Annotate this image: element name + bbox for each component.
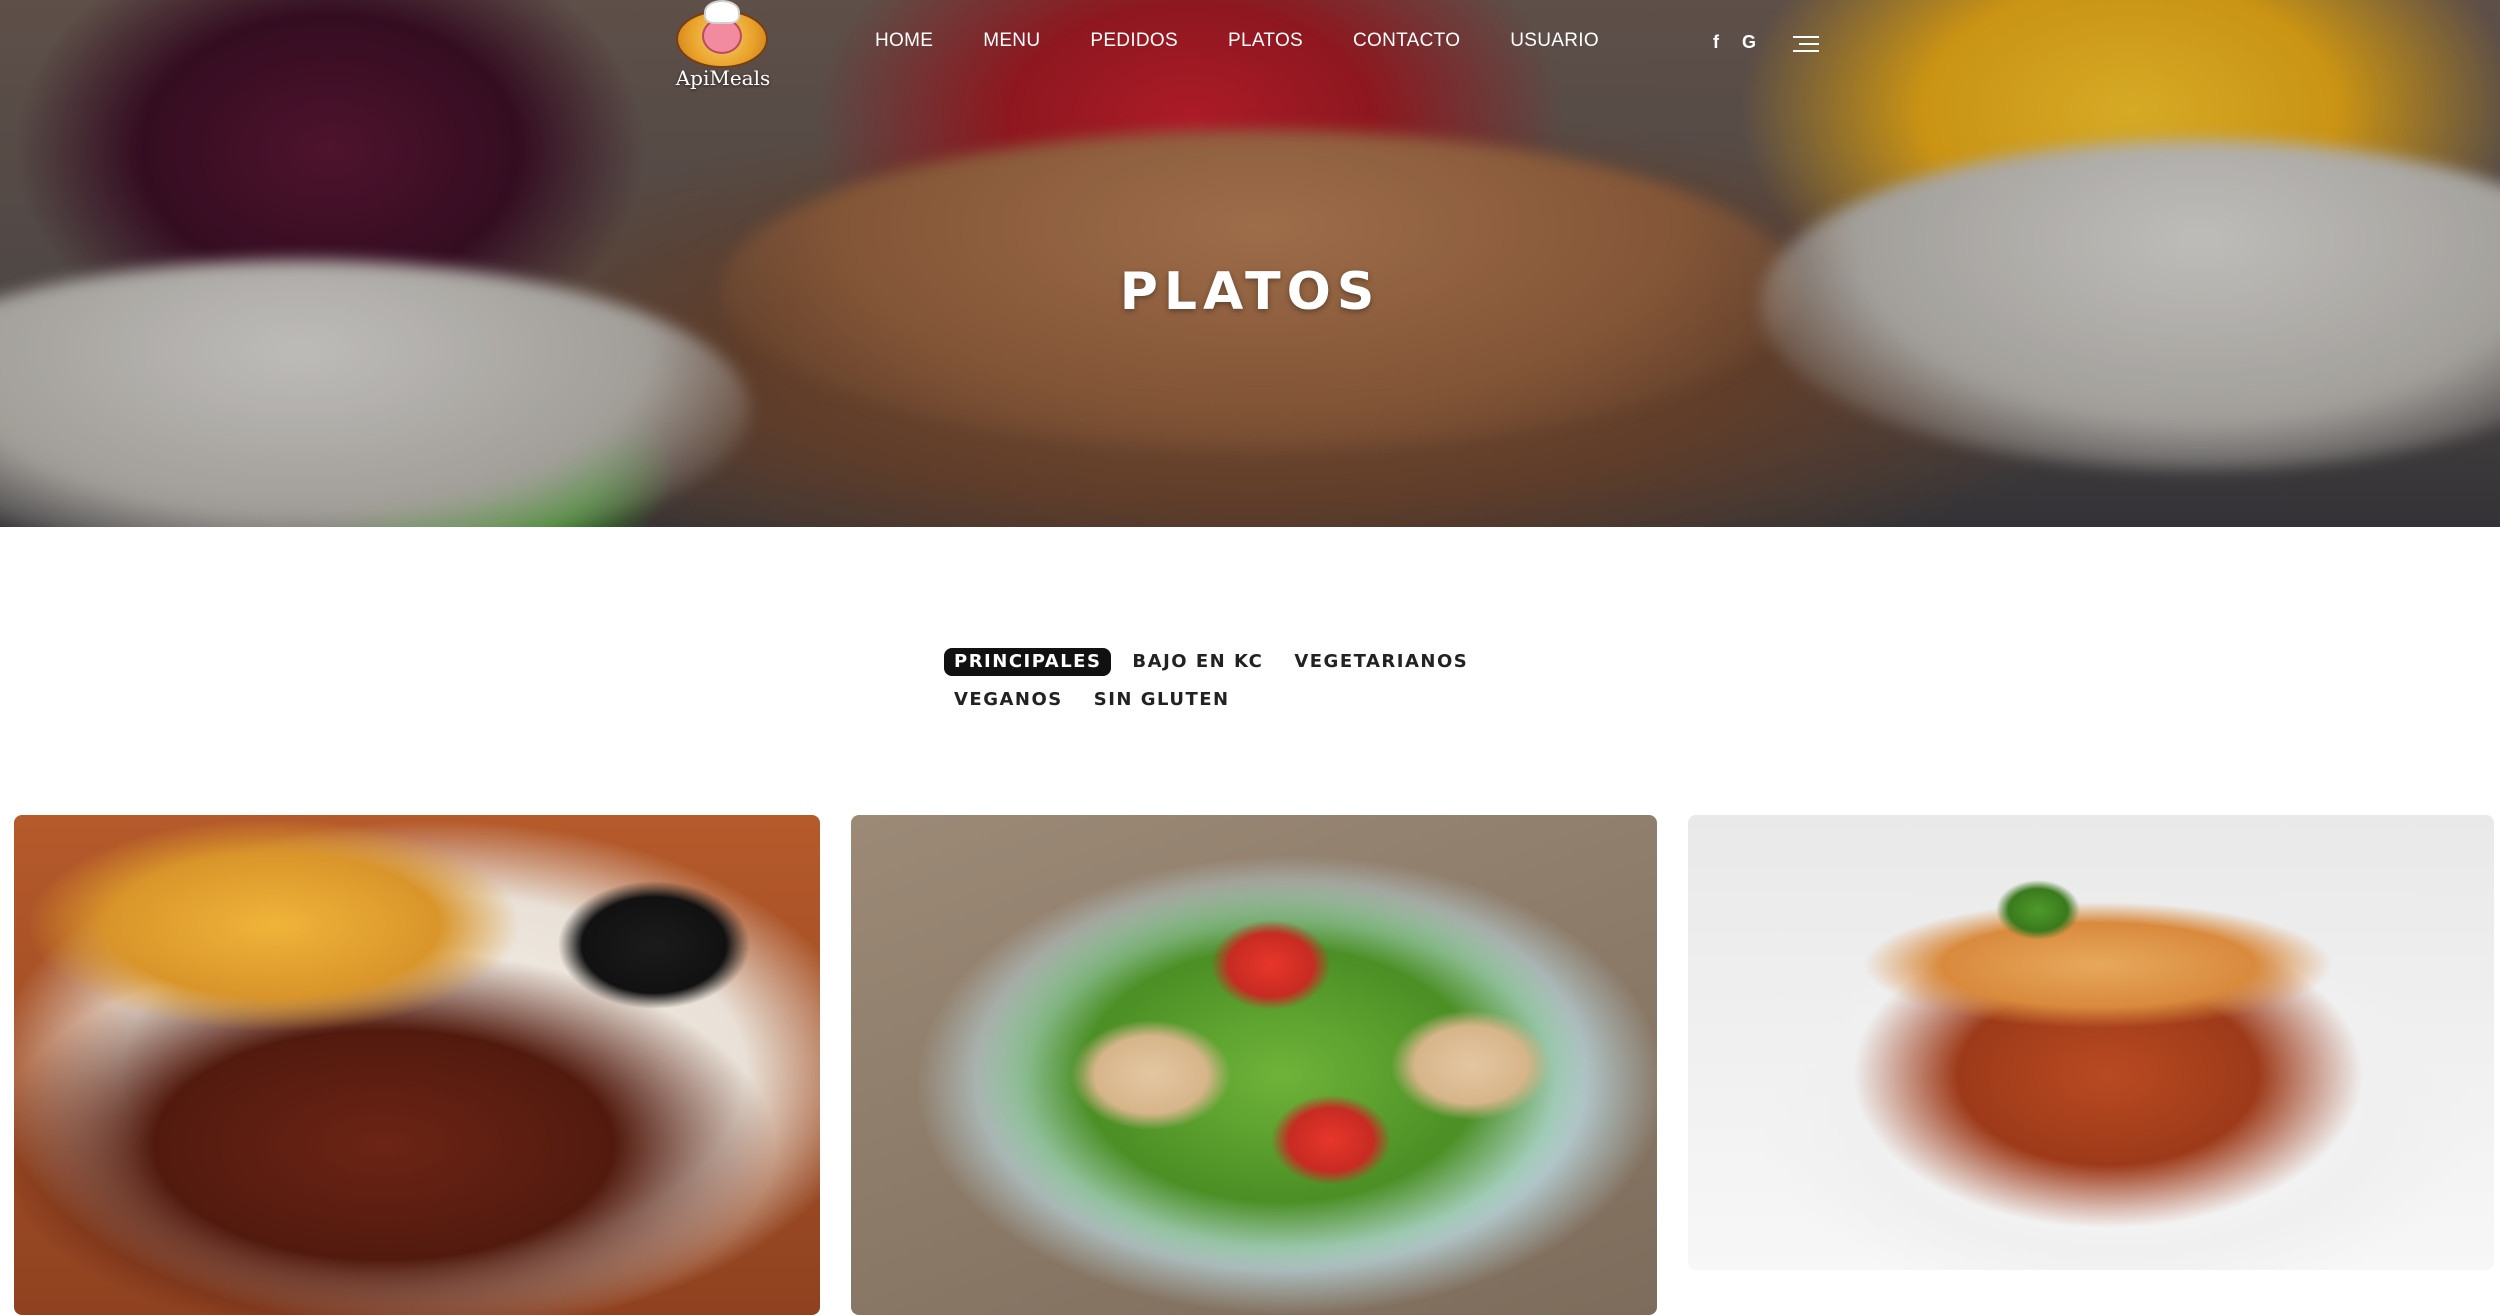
filter-sin-gluten[interactable]: SIN GLUTEN — [1084, 686, 1240, 714]
dish-card-ribs[interactable] — [14, 815, 820, 1315]
dish-card-salad[interactable] — [851, 815, 1657, 1315]
chef-hat-icon — [704, 0, 740, 24]
facebook-icon[interactable]: f — [1713, 32, 1719, 53]
nav-item-menu[interactable]: MENU — [983, 30, 1040, 52]
main-nav: HOME MENU PEDIDOS PLATOS CONTACTO USUARI… — [875, 30, 1649, 52]
nav-item-pedidos[interactable]: PEDIDOS — [1090, 30, 1178, 52]
filter-bajo-en-kc[interactable]: BAJO EN KC — [1122, 648, 1273, 676]
dish-image-ribs — [14, 815, 820, 1315]
dish-image-salad — [851, 815, 1657, 1315]
brand-logo[interactable]: ApiMeals — [668, 0, 778, 96]
google-icon[interactable]: G — [1742, 32, 1756, 53]
filter-veganos[interactable]: VEGANOS — [944, 686, 1073, 714]
hamburger-icon[interactable] — [1793, 36, 1819, 52]
hero-banner: ApiMeals HOME MENU PEDIDOS PLATOS CONTAC… — [0, 0, 2500, 527]
dish-card-lasagna[interactable] — [1688, 815, 2494, 1270]
page-title: PLATOS — [1119, 262, 1381, 322]
filter-vegetarianos[interactable]: VEGETARIANOS — [1284, 648, 1478, 676]
filter-principales[interactable]: PRINCIPALES — [944, 648, 1112, 676]
dish-image-lasagna — [1688, 815, 2494, 1270]
logo-text: ApiMeals — [675, 66, 771, 90]
category-filters: PRINCIPALES BAJO EN KC VEGETARIANOS VEGA… — [944, 648, 1584, 714]
nav-item-home[interactable]: HOME — [875, 30, 933, 52]
nav-item-usuario[interactable]: USUARIO — [1510, 30, 1599, 52]
nav-item-platos[interactable]: PLATOS — [1228, 30, 1303, 52]
nav-item-contacto[interactable]: CONTACTO — [1353, 30, 1460, 52]
